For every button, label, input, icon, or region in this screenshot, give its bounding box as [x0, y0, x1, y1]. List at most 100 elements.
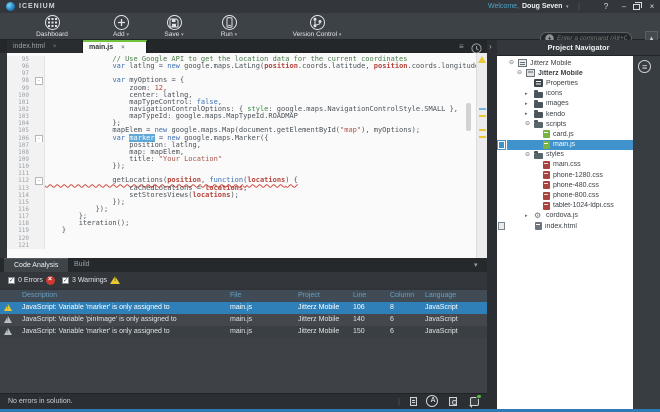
tab-code-analysis[interactable]: Code Analysis	[4, 258, 68, 272]
panel-collapse-handle[interactable]	[487, 40, 497, 409]
column-file[interactable]: File	[230, 292, 241, 299]
warning-mark-icon[interactable]	[479, 115, 486, 117]
maximize-button[interactable]	[633, 4, 640, 10]
tree-item-label: tablet-1024-ldpi.css	[553, 202, 614, 209]
code-line[interactable]: 110 });	[7, 163, 476, 170]
warning-row[interactable]: JavaScript: Variable 'marker' is only as…	[0, 302, 487, 314]
log-icon[interactable]	[449, 397, 457, 406]
save-icon	[167, 15, 182, 30]
code-line[interactable]: 118 iteration();	[7, 220, 476, 227]
notes-icon[interactable]	[410, 397, 417, 406]
tree-item-phone-480-css[interactable]: phone-480.css	[507, 180, 633, 190]
tab-main-js[interactable]: main.js×	[83, 40, 147, 53]
code-area[interactable]: 95 // Use Google API to get the location…	[7, 56, 476, 249]
code-line[interactable]: 96 var latlng = new google.maps.LatLng(p…	[7, 63, 476, 70]
expand-node-icon[interactable]: ▸	[525, 89, 534, 99]
user-menu[interactable]: Doug Seven	[522, 3, 562, 10]
add-button[interactable]: Add ▾	[104, 15, 138, 38]
column-language[interactable]: Language	[425, 292, 456, 299]
dashboard-icon	[45, 15, 60, 30]
code-line[interactable]: 121	[7, 242, 476, 249]
tree-item-card-js[interactable]: card.js	[507, 129, 633, 139]
tree-item-label: images	[546, 100, 569, 107]
chevron-down-icon[interactable]: ▾	[566, 4, 569, 10]
tree-item-properties[interactable]: Properties	[507, 78, 633, 88]
warnings-filter[interactable]: 3 Warnings	[62, 276, 120, 284]
tree-item-cordova-js[interactable]: ▸⚙cordova.js	[507, 211, 633, 221]
column-description[interactable]: Description	[22, 292, 57, 299]
error-icon	[46, 276, 55, 285]
chevron-down-icon[interactable]: ▾	[474, 261, 478, 269]
tree-item-styles[interactable]: ⊖styles	[507, 150, 633, 160]
tree-item-label: icons	[546, 90, 562, 97]
code-token: position	[264, 62, 298, 70]
version-control-button[interactable]: Version Control ▾	[282, 15, 352, 38]
tab-build[interactable]: Build	[64, 258, 100, 272]
tree-item-index-html[interactable]: index.html	[507, 221, 633, 231]
warning-mark-icon[interactable]	[479, 129, 486, 131]
tree-item-phone-800-css[interactable]: phone-800.css	[507, 190, 633, 200]
collapse-node-icon[interactable]: ⊖	[525, 119, 534, 129]
annotation-strip[interactable]	[476, 53, 487, 258]
cell-desc: JavaScript: Variable 'pinImage' is only …	[22, 316, 177, 323]
collapse-node-icon[interactable]: ⊖	[509, 58, 518, 68]
expand-node-icon[interactable]: ▸	[525, 211, 534, 221]
column-column[interactable]: Column	[390, 292, 414, 299]
close-icon[interactable]: ×	[121, 45, 125, 51]
editor-scrollbar[interactable]	[466, 103, 471, 131]
tab-list-icon[interactable]: ≡	[459, 42, 464, 51]
fold-gutter	[33, 70, 45, 77]
code-line[interactable]: 119 }	[7, 227, 476, 234]
warning-mark-icon[interactable]	[479, 136, 486, 138]
code-line[interactable]: 120	[7, 235, 476, 242]
tree-item-icons[interactable]: ▸ icons	[507, 89, 633, 99]
minimize-button[interactable]: –	[618, 2, 630, 11]
fold-gutter	[33, 120, 45, 127]
panel-menu-icon[interactable]	[638, 60, 651, 73]
open-file-indicator-icon[interactable]	[498, 141, 505, 149]
tree-item-main-css[interactable]: main.css	[507, 160, 633, 170]
fold-gutter	[33, 213, 45, 220]
open-file-indicator-icon[interactable]	[498, 222, 505, 230]
expand-node-icon[interactable]: ▸	[525, 109, 534, 119]
tree-item-scripts[interactable]: ⊖scripts	[507, 119, 633, 129]
line-number: 102	[7, 106, 33, 113]
expand-node-icon[interactable]: ▸	[525, 99, 534, 109]
info-mark-icon[interactable]	[479, 108, 486, 110]
help-button[interactable]: ?	[600, 2, 612, 11]
checkbox[interactable]	[62, 277, 69, 284]
close-button[interactable]: ×	[646, 2, 658, 11]
warning-row[interactable]: JavaScript: Variable 'marker' is only as…	[0, 326, 487, 338]
dashboard-button[interactable]: Dashboard	[30, 15, 74, 38]
collapse-node-icon[interactable]: ⊖	[525, 150, 534, 160]
tree-item-jitterz-mobile[interactable]: ⊖Jitterz Mobile	[507, 58, 633, 68]
tree-item-label: phone-480.css	[553, 182, 599, 189]
tree-item-kendo[interactable]: ▸kendo	[507, 109, 633, 119]
checkbox[interactable]	[8, 277, 15, 284]
errors-filter[interactable]: 0 Errors	[8, 276, 55, 285]
code-editor[interactable]: 95 // Use Google API to get the location…	[0, 53, 487, 258]
close-icon[interactable]: ×	[53, 44, 57, 50]
tree-item-phone-1280-css[interactable]: phone-1280.css	[507, 170, 633, 180]
fold-marker-icon[interactable]	[33, 77, 45, 84]
tree-item-tablet-1024-ldpi-css[interactable]: tablet-1024-ldpi.css	[507, 201, 633, 211]
column-line[interactable]: Line	[353, 292, 366, 299]
collapse-node-icon[interactable]: ⊖	[517, 68, 526, 78]
fold-marker-icon[interactable]	[33, 177, 45, 184]
analysis-icon[interactable]	[426, 395, 438, 407]
tab-index-html[interactable]: index.html×	[7, 40, 83, 53]
save-button[interactable]: Save ▾	[156, 15, 192, 38]
tree-item-images[interactable]: ▸ images	[507, 99, 633, 109]
analysis-rows: JavaScript: Variable 'marker' is only as…	[0, 302, 487, 338]
column-project[interactable]: Project	[298, 292, 320, 299]
properties-icon	[534, 79, 543, 87]
tree-item-jitterz-mobile[interactable]: ⊖Jitterz Mobile	[507, 68, 633, 78]
run-button[interactable]: Run ▾	[212, 15, 246, 38]
fold-gutter	[33, 220, 45, 227]
project-navigator-panel: Project Navigator ⊖Jitterz Mobile⊖Jitter…	[497, 40, 660, 409]
fold-marker-icon[interactable]	[33, 135, 45, 142]
warning-row[interactable]: JavaScript: Variable 'pinImage' is only …	[0, 314, 487, 326]
code-token: google.maps.LatLng(	[180, 62, 264, 70]
warning-icon	[4, 304, 12, 311]
tree-item-main-js[interactable]: main.js	[507, 140, 633, 150]
